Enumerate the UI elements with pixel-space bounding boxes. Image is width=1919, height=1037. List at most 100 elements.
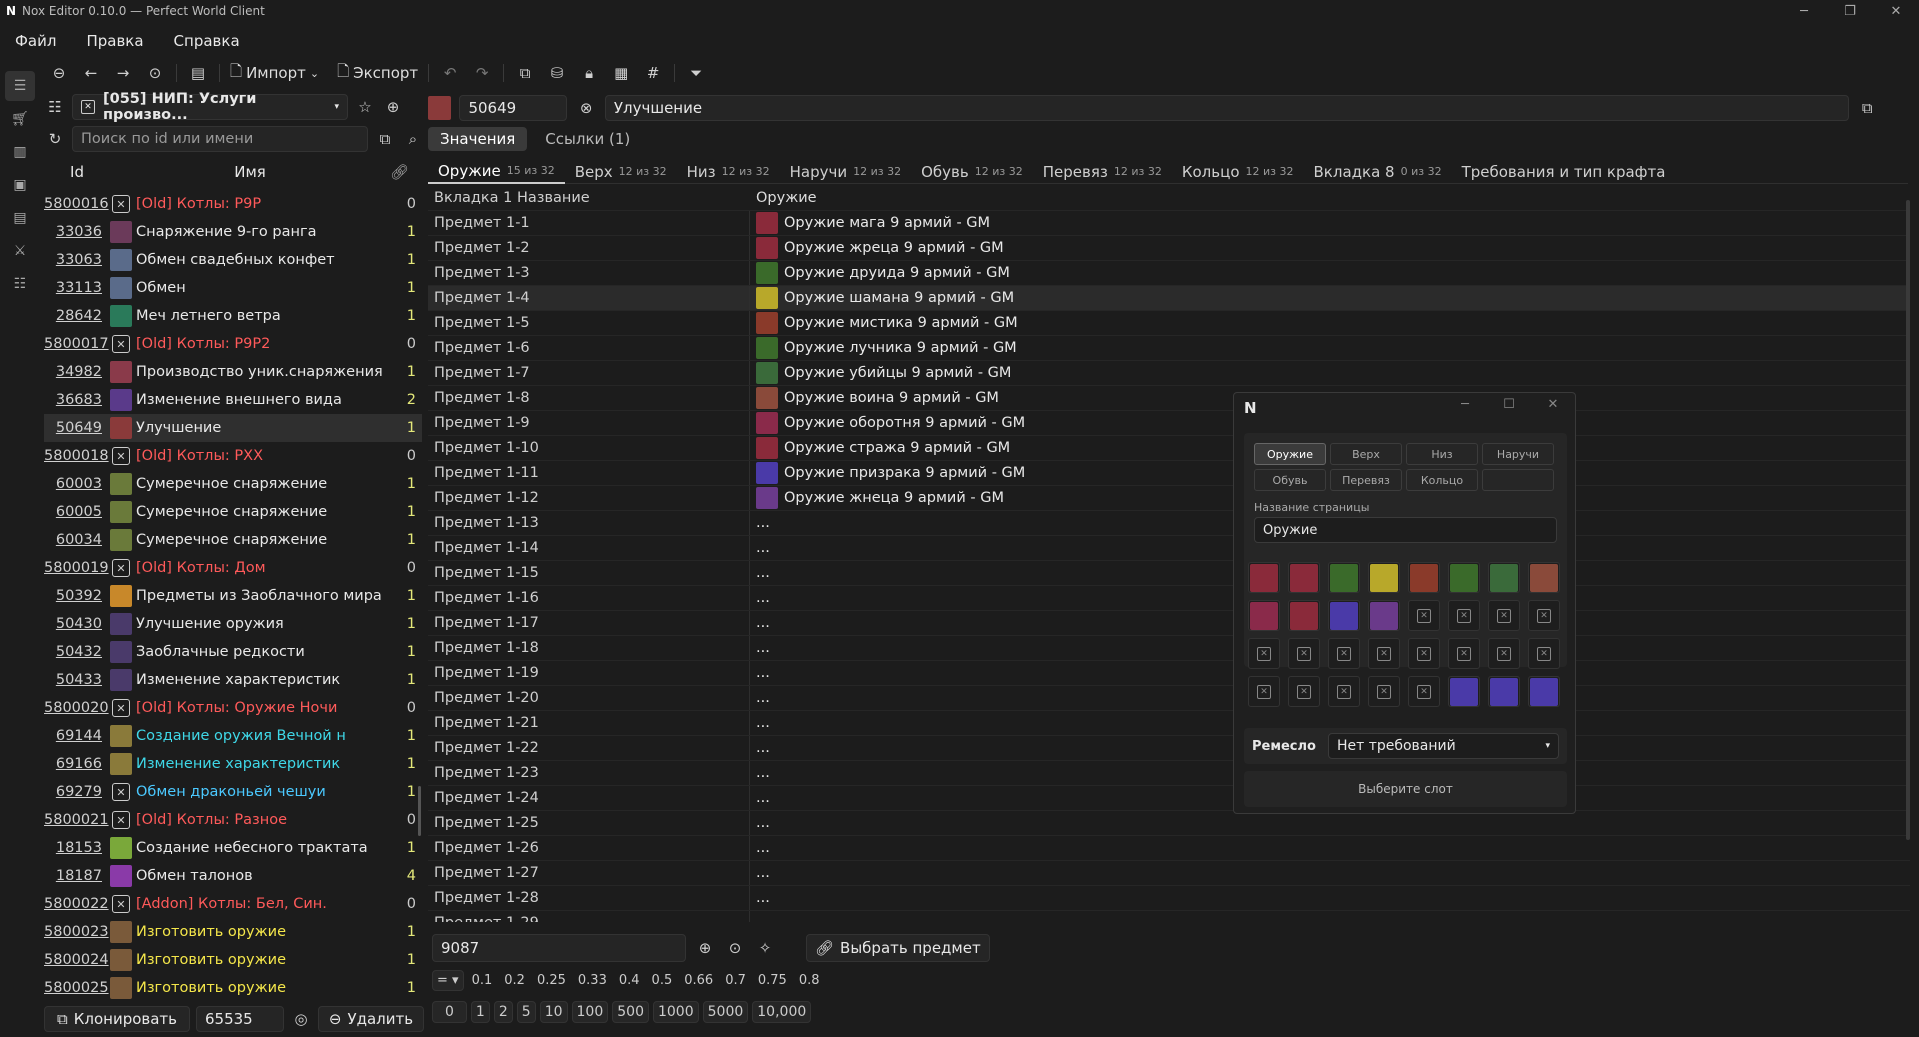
- multiplier-button[interactable]: 0.33: [574, 971, 611, 990]
- item-slot[interactable]: [1488, 562, 1520, 593]
- list-item[interactable]: 36683 Изменение внешнего вида 2: [44, 386, 422, 414]
- table-row[interactable]: Предмет 1-27...: [428, 860, 1910, 885]
- item-id[interactable]: 5800017: [44, 336, 110, 352]
- table-row[interactable]: Предмет 1-5 Оружие мистика 9 армий - GM: [428, 310, 1910, 335]
- hash-icon[interactable]: #: [642, 62, 664, 84]
- close-button[interactable]: ✕: [1873, 0, 1919, 22]
- multiplier-button[interactable]: 0.4: [615, 971, 644, 990]
- duplicate-icon[interactable]: ⧉: [1857, 97, 1879, 119]
- arrow-left-icon[interactable]: ←: [80, 62, 102, 84]
- item-slot[interactable]: [1288, 562, 1320, 593]
- item-id[interactable]: 33036: [44, 224, 110, 240]
- item-slot[interactable]: ✕: [1328, 676, 1360, 707]
- row-value[interactable]: ...: [750, 511, 770, 535]
- item-slot[interactable]: [1448, 676, 1480, 707]
- history-forward-icon[interactable]: ⊙: [144, 62, 166, 84]
- list-item[interactable]: 18187 Обмен талонов 4: [44, 862, 422, 890]
- close-icon[interactable]: ✕: [81, 100, 95, 114]
- copy-icon[interactable]: ⧉: [374, 128, 396, 150]
- quick-value-button[interactable]: 10: [539, 1001, 568, 1023]
- table-row[interactable]: Предмет 1-23...: [428, 760, 1910, 785]
- dialog-tab[interactable]: Верх: [1330, 443, 1402, 465]
- table-scrollbar[interactable]: [1906, 200, 1910, 840]
- list-item[interactable]: 18153 Создание небесного трактата 1: [44, 834, 422, 862]
- item-slot[interactable]: ✕: [1368, 638, 1400, 669]
- list-item[interactable]: 60003 Сумеречное снаряжение 1: [44, 470, 422, 498]
- maximize-button[interactable]: ❐: [1827, 0, 1873, 22]
- row-value[interactable]: Оружие стража 9 армий - GM: [750, 436, 1010, 460]
- item-slot[interactable]: [1448, 562, 1480, 593]
- map-icon[interactable]: ▥: [5, 137, 35, 167]
- item-slot[interactable]: ✕: [1288, 638, 1320, 669]
- list-item[interactable]: 50432 Заоблачные редкости 1: [44, 638, 422, 666]
- copy-icon[interactable]: ⧉: [514, 62, 536, 84]
- item-id[interactable]: 60003: [44, 476, 110, 492]
- row-value[interactable]: ...: [750, 886, 770, 910]
- row-value[interactable]: ...: [750, 836, 770, 860]
- column-name[interactable]: Имя: [110, 163, 390, 181]
- item-id[interactable]: 69279: [44, 784, 110, 800]
- fingerprint-icon[interactable]: ◎: [290, 1008, 312, 1030]
- list-item[interactable]: 69166 Изменение характеристик 1: [44, 750, 422, 778]
- item-slot[interactable]: ✕: [1368, 676, 1400, 707]
- multiplier-button[interactable]: 0.25: [533, 971, 570, 990]
- row-value[interactable]: Оружие мага 9 армий - GM: [750, 211, 990, 235]
- multiplier-button[interactable]: 0.7: [721, 971, 750, 990]
- row-value[interactable]: ...: [750, 661, 770, 685]
- download-icon[interactable]: ⊕: [382, 96, 404, 118]
- row-value[interactable]: Оружие лучника 9 армий - GM: [750, 336, 1017, 360]
- row-value[interactable]: ...: [750, 761, 770, 785]
- item-id[interactable]: 50432: [44, 644, 110, 660]
- list-item[interactable]: 33063 Обмен свадебных конфет 1: [44, 246, 422, 274]
- list-icon[interactable]: ☰: [5, 71, 35, 101]
- item-slot[interactable]: ✕: [1528, 638, 1560, 669]
- list-item[interactable]: 60034 Сумеречное снаряжение 1: [44, 526, 422, 554]
- list-item[interactable]: 5800017 ✕ [Old] Котлы: P9P2 0: [44, 330, 422, 358]
- multiplier-button[interactable]: 0.8: [795, 971, 824, 990]
- item-slot[interactable]: ✕: [1488, 600, 1520, 631]
- list-item[interactable]: 69144 Создание оружия Вечной н 1: [44, 722, 422, 750]
- dialog-tab[interactable]: Наручи: [1482, 443, 1554, 465]
- list-item[interactable]: 5800018 ✕ [Old] Котлы: PXX 0: [44, 442, 422, 470]
- item-id[interactable]: 33063: [44, 252, 110, 268]
- quick-value-button[interactable]: 10,000: [752, 1001, 812, 1023]
- row-value[interactable]: [750, 911, 756, 922]
- row-value[interactable]: Оружие воина 9 армий - GM: [750, 386, 999, 410]
- list-item[interactable]: 69279 ✕ Обмен драконьей чешуи 1: [44, 778, 422, 806]
- maximize-button[interactable]: ☐: [1487, 397, 1531, 412]
- operator-select[interactable]: = ▾: [432, 969, 464, 991]
- item-slot[interactable]: ✕: [1448, 600, 1480, 631]
- database-icon[interactable]: ⛁: [546, 62, 568, 84]
- cart-icon[interactable]: 🛒︎: [5, 104, 35, 134]
- item-slot[interactable]: ✕: [1288, 676, 1320, 707]
- table-row[interactable]: Предмет 1-17...: [428, 610, 1910, 635]
- table-row[interactable]: Предмет 1-2 Оружие жреца 9 армий - GM: [428, 235, 1910, 260]
- multiplier-button[interactable]: 0.75: [754, 971, 791, 990]
- pick-item-button[interactable]: 🔗︎ Выбрать предмет: [806, 934, 990, 962]
- row-value[interactable]: ...: [750, 861, 770, 885]
- row-value[interactable]: ...: [750, 586, 770, 610]
- item-slot[interactable]: ✕: [1408, 600, 1440, 631]
- list-item[interactable]: 5800021 ✕ [Old] Котлы: Разное 0: [44, 806, 422, 834]
- item-slot[interactable]: [1288, 600, 1320, 631]
- table-row[interactable]: Предмет 1-15...: [428, 560, 1910, 585]
- filter-icon[interactable]: ⏷: [685, 62, 707, 84]
- row-value[interactable]: ...: [750, 536, 770, 560]
- row-value[interactable]: Оружие мистика 9 армий - GM: [750, 311, 1018, 335]
- item-id[interactable]: 5800016: [44, 196, 110, 212]
- menu-file[interactable]: Файл: [0, 32, 71, 50]
- list-item[interactable]: 5800022 ✕ [Addon] Котлы: Бел, Син. 0: [44, 890, 422, 918]
- item-slot[interactable]: ✕: [1448, 638, 1480, 669]
- item-slot[interactable]: [1328, 600, 1360, 631]
- page-name-input[interactable]: Оружие: [1254, 517, 1557, 543]
- multiplier-button[interactable]: 0.5: [648, 971, 677, 990]
- item-id[interactable]: 60005: [44, 504, 110, 520]
- item-slot[interactable]: ✕: [1328, 638, 1360, 669]
- quick-value-button[interactable]: 2: [493, 1001, 513, 1023]
- row-value[interactable]: ...: [750, 736, 770, 760]
- category-tab[interactable]: Кольцо 12 из 32: [1172, 160, 1304, 184]
- table-row[interactable]: Предмет 1-6 Оружие лучника 9 армий - GM: [428, 335, 1910, 360]
- tab-values[interactable]: Значения: [428, 127, 528, 151]
- list-item[interactable]: 5800025 Изготовить оружие 1: [44, 974, 422, 1002]
- item-id[interactable]: 69144: [44, 728, 110, 744]
